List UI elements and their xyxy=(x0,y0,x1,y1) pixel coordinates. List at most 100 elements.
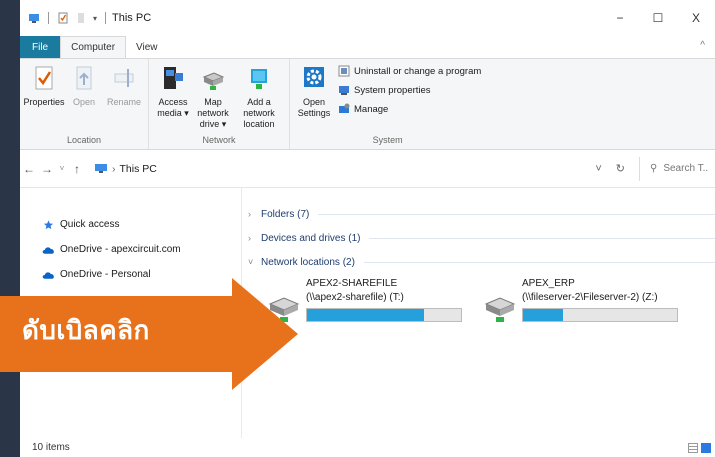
large-icons-view-icon[interactable] xyxy=(701,443,711,453)
map-network-drive-label: Map network drive ▾ xyxy=(197,97,229,129)
this-pc-icon xyxy=(95,164,107,173)
up-button[interactable]: ↑ xyxy=(68,162,86,176)
uninstall-label: Uninstall or change a program xyxy=(354,65,482,77)
rename-icon xyxy=(114,69,134,87)
recent-locations-button[interactable]: ˅ xyxy=(56,164,68,173)
drive-apex-erp[interactable]: APEX_ERP (\\fileserver-2\Fileserver-2) (… xyxy=(484,278,678,324)
tab-view[interactable]: View xyxy=(126,36,168,58)
properties-button[interactable]: Properties xyxy=(23,63,65,133)
drive-name: APEX2-SHAREFILE xyxy=(306,278,398,289)
manage-icon xyxy=(339,103,350,113)
open-settings-button[interactable]: Open Settings xyxy=(294,63,334,133)
minimize-button[interactable]: − xyxy=(601,0,639,36)
drive-name: APEX_ERP xyxy=(522,278,575,289)
divider xyxy=(369,237,715,239)
divider xyxy=(318,213,715,215)
drive-usage-bar xyxy=(522,308,678,322)
breadcrumb-separator-icon: › xyxy=(112,162,116,175)
section-devices[interactable]: › Devices and drives (1) xyxy=(248,226,715,250)
group-label-location: Location xyxy=(66,135,102,145)
section-folders[interactable]: › Folders (7) xyxy=(248,202,715,226)
properties-icon xyxy=(35,66,53,90)
item-count: 10 items xyxy=(32,442,70,453)
map-network-drive-button[interactable]: Map network drive ▾ xyxy=(193,63,233,133)
open-icon xyxy=(76,66,92,90)
drive-usage-fill xyxy=(307,309,425,321)
ribbon: Properties Open Rename Location Access m… xyxy=(20,58,715,150)
separator xyxy=(105,12,107,24)
back-button[interactable]: ← xyxy=(20,162,38,176)
address-row: ← → ˅ ↑ › This PC ˅ ↻ ⚲ Search T... xyxy=(20,150,715,188)
drive-path: (\\fileserver-2\Fileserver-2) (Z:) xyxy=(522,292,658,303)
access-media-button[interactable]: Access media ▾ xyxy=(153,63,193,133)
network-drives: APEX2-SHAREFILE (\\apex2-sharefile) (T:)… xyxy=(248,274,715,324)
system-properties-label: System properties xyxy=(354,84,431,96)
network-drive-icon xyxy=(484,297,516,322)
section-title: Network locations (2) xyxy=(261,256,355,268)
uninstall-icon xyxy=(338,65,350,77)
maximize-button[interactable]: ☐ xyxy=(639,0,677,36)
address-dropdown-button[interactable]: ˅ xyxy=(595,163,601,175)
add-network-location-icon xyxy=(251,69,267,89)
group-label-system: System xyxy=(372,135,403,145)
this-pc-icon xyxy=(29,14,39,23)
nav-item-label: Quick access xyxy=(60,219,120,230)
tab-computer[interactable]: Computer xyxy=(60,36,127,58)
section-title: Devices and drives (1) xyxy=(261,232,361,244)
ribbon-tabs: File Computer View ^ xyxy=(20,36,715,58)
group-label-network: Network xyxy=(202,135,236,145)
drive-usage-fill xyxy=(523,309,564,321)
window-controls: − ☐ X xyxy=(601,0,715,36)
uninstall-program-button[interactable]: Uninstall or change a program xyxy=(338,65,481,77)
open-label: Open xyxy=(72,97,96,107)
drive-path: (\\apex2-sharefile) (T:) xyxy=(306,292,404,303)
star-icon xyxy=(43,219,54,229)
system-properties-icon xyxy=(339,86,349,95)
manage-button[interactable]: Manage xyxy=(338,103,481,115)
qat-dropdown-icon[interactable]: ▾ xyxy=(93,14,97,23)
ribbon-group-location: Properties Open Rename Location xyxy=(20,59,149,149)
chevron-down-icon: ˅ xyxy=(248,257,254,267)
nav-item-onedrive-business[interactable]: OneDrive - apexcircuit.com xyxy=(20,237,241,262)
title-bar: ▾ This PC − ☐ X xyxy=(20,0,715,36)
access-media-label: Access media ▾ xyxy=(157,97,189,118)
quick-access-toolbar: ▾ xyxy=(28,12,108,24)
nav-item-quick-access[interactable]: Quick access xyxy=(20,212,241,237)
add-network-location-label: Add a network location xyxy=(243,97,275,129)
drive-usage-bar xyxy=(306,308,462,322)
divider xyxy=(363,261,715,263)
add-network-location-button[interactable]: Add a network location xyxy=(233,63,285,133)
details-view-icon[interactable] xyxy=(688,443,698,453)
rename-label: Rename xyxy=(106,97,142,107)
open-settings-label: Open Settings xyxy=(297,97,331,118)
settings-gear-icon xyxy=(304,67,324,87)
section-title: Folders (7) xyxy=(261,208,310,220)
breadcrumb-this-pc[interactable]: This PC xyxy=(120,163,157,175)
new-folder-qat-icon[interactable] xyxy=(75,12,87,24)
ribbon-group-network: Access media ▾ Map network drive ▾ Add a… xyxy=(149,59,290,149)
rename-button[interactable]: Rename xyxy=(104,63,144,133)
system-properties-button[interactable]: System properties xyxy=(338,84,481,96)
properties-qat-icon[interactable] xyxy=(57,12,69,24)
search-icon: ⚲ xyxy=(650,163,658,174)
section-network[interactable]: ˅ Network locations (2) xyxy=(248,250,715,274)
open-button[interactable]: Open xyxy=(64,63,104,133)
status-bar: 10 items xyxy=(20,438,715,457)
search-box[interactable]: ⚲ Search T... xyxy=(639,156,709,181)
onedrive-cloud-icon xyxy=(42,246,54,254)
collapse-ribbon-icon[interactable]: ^ xyxy=(700,40,705,51)
breadcrumb[interactable]: › This PC xyxy=(94,163,595,175)
properties-label: Properties xyxy=(23,97,65,107)
address-actions: ˅ ↻ ⚲ Search T... xyxy=(595,156,709,181)
tab-file[interactable]: File xyxy=(20,36,61,58)
ribbon-group-system: Open Settings Uninstall or change a prog… xyxy=(290,59,485,149)
search-placeholder: Search T... xyxy=(663,163,709,174)
view-switcher xyxy=(688,443,711,453)
chevron-right-icon: › xyxy=(248,209,251,219)
access-media-icon xyxy=(164,67,183,89)
refresh-button[interactable]: ↻ xyxy=(616,162,625,175)
forward-button[interactable]: → xyxy=(38,162,56,176)
chevron-right-icon: › xyxy=(248,233,251,243)
close-button[interactable]: X xyxy=(677,0,715,36)
nav-item-label: OneDrive - apexcircuit.com xyxy=(60,244,181,255)
